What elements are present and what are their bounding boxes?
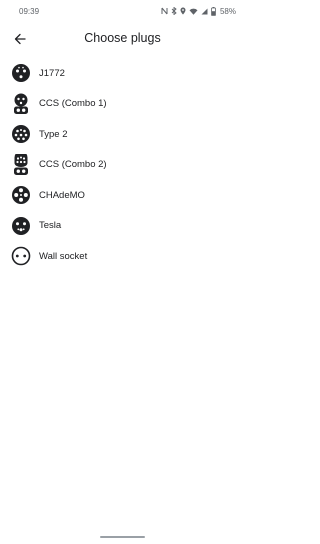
plug-item-ccs2[interactable]: CCS (Combo 2) [0,150,245,181]
nfc-icon [161,7,168,15]
plug-label: J1772 [39,67,65,79]
status-bar: 09:39 58% [0,0,245,22]
plug-item-tesla[interactable]: Tesla [0,211,245,242]
plug-label: Tesla [39,220,62,232]
status-time: 09:39 [19,6,40,16]
battery-percent: 58% [219,6,236,16]
plug-label: Type 2 [39,128,68,140]
plug-label: CHAdeMO [39,189,85,201]
plug-item-type2[interactable]: Type 2 [0,119,245,150]
status-icons: 58% [161,6,236,16]
battery-icon [211,6,216,16]
plug-item-chademo[interactable]: CHAdeMO [0,180,245,211]
plug-item-j1772[interactable]: J1772 [0,58,245,89]
type2-plug-icon [10,123,32,145]
tesla-plug-icon [10,215,32,237]
plug-item-ccs1[interactable]: CCS (Combo 1) [0,89,245,120]
wall-socket-icon [10,245,32,267]
plug-list: J1772 CCS (Combo 1) Type 2 CCS (Combo 2)… [0,58,245,272]
page-title: Choose plugs [84,31,161,45]
plug-label: CCS (Combo 2) [39,159,107,171]
bluetooth-icon [171,7,177,15]
top-app-bar: Choose plugs [0,22,245,56]
chademo-plug-icon [10,184,32,206]
plug-label: Wall socket [39,250,88,262]
ccs2-plug-icon [10,153,32,176]
plug-item-wall-socket[interactable]: Wall socket [0,241,245,272]
wifi-icon [189,8,198,15]
gesture-nav-handle[interactable] [100,536,145,538]
j1772-plug-icon [10,62,32,84]
plug-label: CCS (Combo 1) [39,98,107,110]
location-icon [180,7,186,15]
ccs1-plug-icon [10,93,32,115]
signal-icon [201,8,208,14]
